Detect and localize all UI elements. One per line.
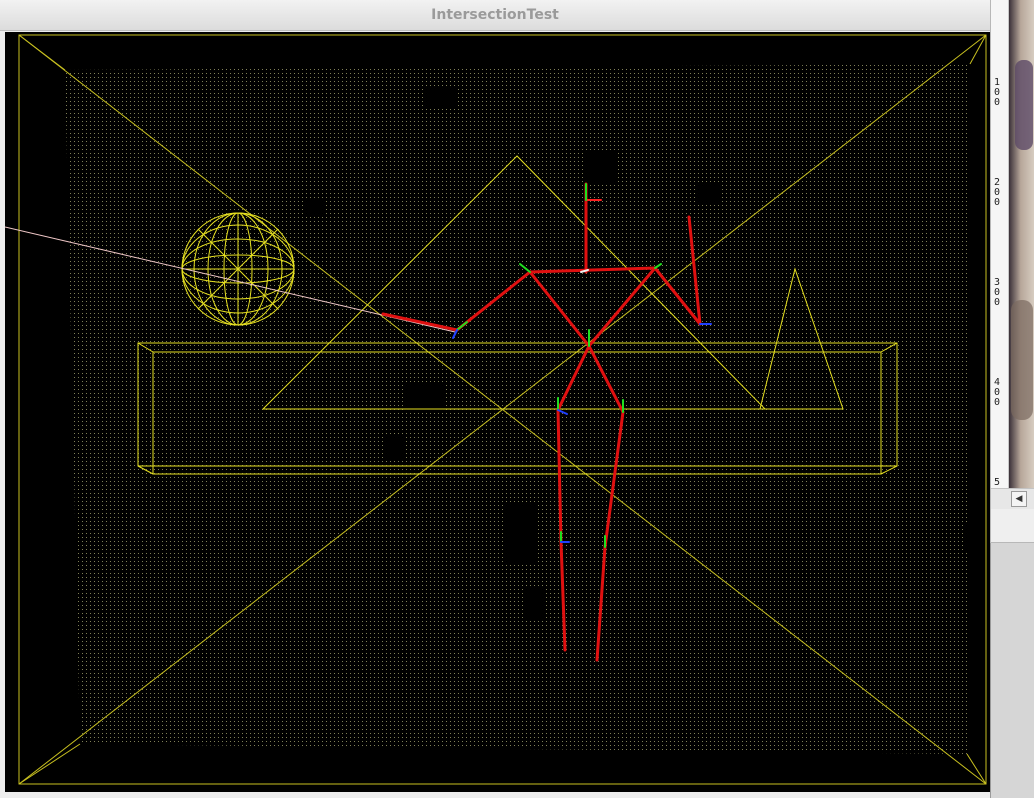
- wireframe-sphere: [181, 212, 295, 326]
- image-canvas[interactable]: [1009, 0, 1034, 488]
- render-viewport[interactable]: [5, 32, 990, 792]
- vertical-ruler: 100 200 300 400 5: [991, 0, 1009, 488]
- chevron-left-icon[interactable]: ◀: [1011, 491, 1027, 507]
- background-image-window: 100 200 300 400 5 ◀: [990, 0, 1034, 543]
- ruler-label: 100: [994, 77, 1001, 108]
- ruler-label: 200: [994, 177, 1001, 208]
- scene-svg: [5, 34, 987, 785]
- app-window: IntersectionTest: [0, 0, 991, 798]
- title-bar[interactable]: IntersectionTest: [0, 0, 990, 31]
- ruler-label: 400: [994, 377, 1001, 408]
- window-title: IntersectionTest: [431, 7, 559, 23]
- image-region: [1011, 300, 1033, 420]
- ruler-label: 300: [994, 277, 1001, 308]
- image-region: [1015, 60, 1033, 150]
- ruler-label: 5: [994, 477, 1001, 488]
- horizontal-scrollbar[interactable]: ◀: [991, 488, 1034, 509]
